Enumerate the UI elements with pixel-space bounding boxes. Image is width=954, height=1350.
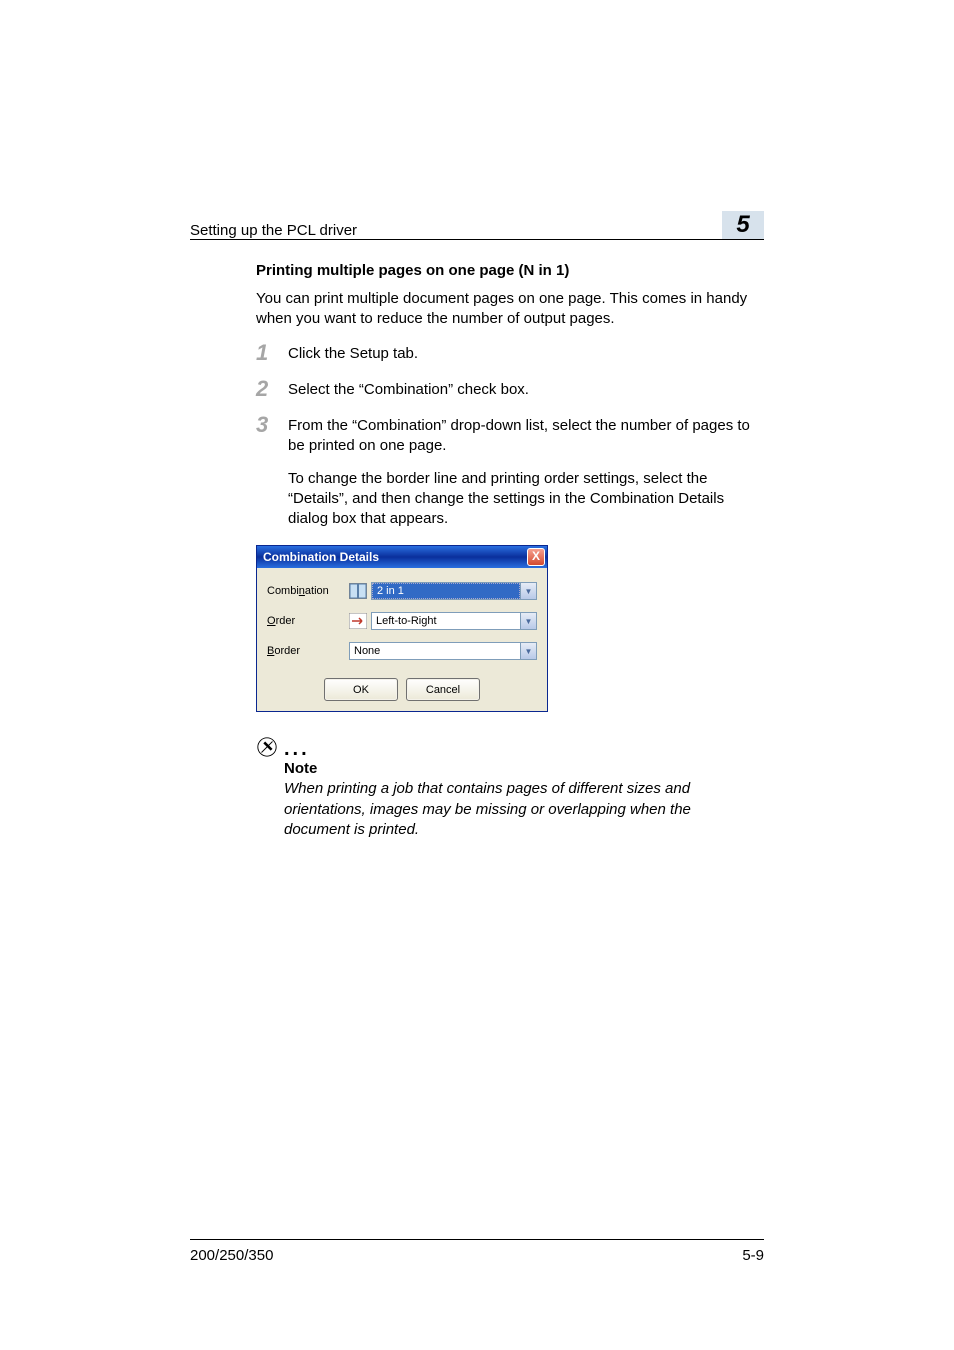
chevron-down-icon: ▼ (520, 643, 536, 659)
combination-label: Combination (267, 585, 349, 597)
step-number: 2 (256, 378, 288, 400)
order-field: Left-to-Right ▼ (349, 612, 537, 630)
border-combo[interactable]: None ▼ (349, 642, 537, 660)
note-block: ... Note When printing a job that contai… (256, 736, 754, 840)
combination-row: Combination 2 in 1 ▼ (267, 582, 537, 600)
step-sub-text: To change the border line and printing o… (288, 469, 754, 530)
order-label: Order (267, 615, 349, 627)
border-value: None (350, 643, 520, 659)
border-label: Border (267, 645, 349, 657)
page: Setting up the PCL driver 5 Printing mul… (0, 0, 954, 1350)
running-header: Setting up the PCL driver 5 (190, 211, 764, 239)
combination-combo[interactable]: 2 in 1 ▼ (371, 582, 537, 600)
step-text: Select the “Combination” check box. (288, 380, 529, 400)
footer-rule (190, 1239, 764, 1240)
order-row: Order Left-to-Right ▼ (267, 612, 537, 630)
step-item: 3 From the “Combination” drop-down list,… (256, 416, 754, 529)
note-dots-icon: ... (284, 744, 310, 754)
chevron-down-icon: ▼ (520, 613, 536, 629)
note-text: When printing a job that contains pages … (284, 779, 754, 840)
step-text: From the “Combination” drop-down list, s… (288, 416, 754, 529)
header-rule (190, 239, 764, 240)
dialog-titlebar: Combination Details X (257, 546, 547, 568)
note-icon-row: ... (256, 736, 754, 758)
step-list: 1 Click the Setup tab. 2 Select the “Com… (256, 344, 754, 530)
chapter-number-tab: 5 (722, 211, 764, 239)
note-icon (256, 736, 278, 758)
step-number: 3 (256, 414, 288, 436)
footer-model: 200/250/350 (190, 1247, 273, 1264)
step-main-text: From the “Combination” drop-down list, s… (288, 417, 750, 454)
order-combo[interactable]: Left-to-Right ▼ (371, 612, 537, 630)
combination-details-dialog: Combination Details X Combination 2 (256, 545, 548, 712)
page-footer: 200/250/350 5-9 (190, 1247, 764, 1264)
step-item: 2 Select the “Combination” check box. (256, 380, 754, 400)
running-title: Setting up the PCL driver (190, 222, 357, 239)
order-value: Left-to-Right (372, 613, 520, 629)
combination-field: 2 in 1 ▼ (349, 582, 537, 600)
page-number: 5-9 (742, 1247, 764, 1264)
layout-2in1-icon (349, 583, 367, 599)
note-label: Note (284, 760, 754, 777)
border-row: Border None ▼ (267, 642, 537, 660)
step-item: 1 Click the Setup tab. (256, 344, 754, 364)
content-area: Printing multiple pages on one page (N i… (256, 262, 754, 840)
close-button[interactable]: X (527, 548, 545, 566)
section-heading: Printing multiple pages on one page (N i… (256, 262, 754, 279)
order-ltr-icon (349, 613, 367, 629)
close-icon: X (532, 549, 540, 563)
ok-button[interactable]: OK (324, 678, 398, 701)
dialog-title: Combination Details (263, 550, 379, 564)
border-field: None ▼ (349, 642, 537, 660)
dialog-body: Combination 2 in 1 ▼ Order (257, 568, 547, 711)
section-intro: You can print multiple document pages on… (256, 289, 754, 330)
chevron-down-icon: ▼ (520, 583, 536, 599)
step-number: 1 (256, 342, 288, 364)
dialog-buttons: OK Cancel (267, 678, 537, 701)
step-text: Click the Setup tab. (288, 344, 418, 364)
combination-value: 2 in 1 (372, 583, 520, 599)
cancel-button[interactable]: Cancel (406, 678, 480, 701)
